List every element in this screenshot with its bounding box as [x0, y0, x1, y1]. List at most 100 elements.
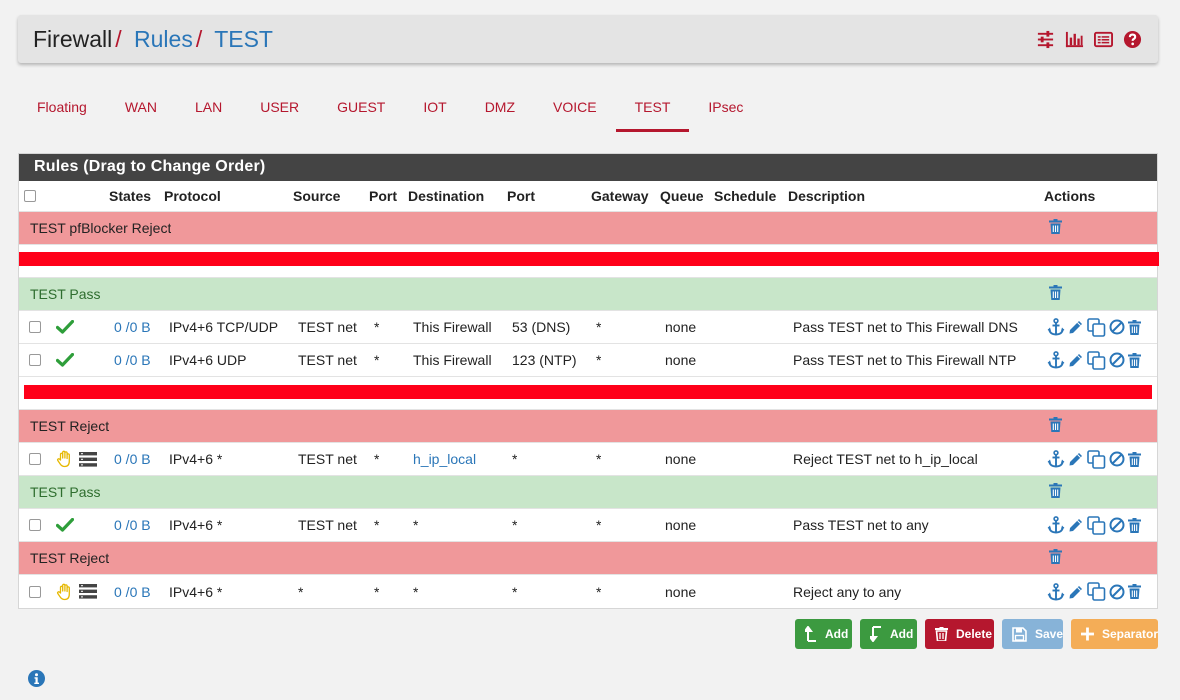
table-row[interactable]: 0 /0 B IPv4+6 TCP/UDP TEST net * This Firewa…	[19, 311, 1157, 344]
edit-icon[interactable]	[1068, 352, 1084, 368]
select-all-checkbox[interactable]	[24, 190, 36, 202]
col-destination[interactable]: Destination	[408, 181, 484, 211]
row-checkbox[interactable]	[29, 321, 41, 333]
rule-queue: none	[665, 451, 697, 467]
copy-icon[interactable]	[1087, 350, 1106, 370]
info-icon[interactable]	[28, 670, 45, 690]
trash-icon[interactable]	[1128, 517, 1141, 533]
rule-states[interactable]: 0 /0 B	[114, 509, 151, 541]
anchor-icon[interactable]	[1047, 582, 1065, 601]
add-rule-bottom-button[interactable]: Add	[860, 619, 917, 649]
table-row[interactable]: 0 /0 B IPv4+6 * * * * * * none Reject any to any	[19, 575, 1157, 608]
bar-chart-icon[interactable]	[1065, 30, 1084, 49]
col-queue[interactable]: Queue	[660, 181, 704, 211]
help-icon[interactable]	[1123, 30, 1142, 49]
add-separator-button[interactable]: Separator	[1071, 619, 1158, 649]
copy-icon[interactable]	[1087, 515, 1106, 535]
edit-icon[interactable]	[1068, 319, 1084, 335]
row-checkbox[interactable]	[29, 453, 41, 465]
sliders-icon[interactable]	[1036, 30, 1055, 49]
redacted-rule-row[interactable]	[19, 245, 1159, 278]
disable-icon[interactable]	[1109, 584, 1125, 600]
rule-destination: *	[413, 583, 419, 600]
edit-icon[interactable]	[1068, 584, 1084, 600]
save-button[interactable]: Save	[1002, 619, 1063, 649]
tab-user[interactable]: USER	[241, 86, 318, 132]
disable-icon[interactable]	[1109, 517, 1125, 533]
edit-icon[interactable]	[1068, 517, 1084, 533]
tab-iot[interactable]: IOT	[404, 86, 465, 132]
tab-lan[interactable]: LAN	[176, 86, 241, 132]
separator-row[interactable]: TEST Reject	[19, 410, 1157, 443]
table-row[interactable]: 0 /0 B IPv4+6 UDP TEST net * This Firewall 12…	[19, 344, 1157, 377]
trash-icon[interactable]	[1128, 584, 1141, 599]
rules-panel: Rules (Drag to Change Order) States Prot…	[18, 153, 1159, 609]
pass-check-icon[interactable]	[56, 509, 74, 541]
anchor-icon[interactable]	[1047, 318, 1065, 336]
row-checkbox[interactable]	[29, 585, 41, 598]
col-protocol[interactable]: Protocol	[164, 181, 221, 211]
copy-icon[interactable]	[1087, 449, 1106, 469]
trash-icon[interactable]	[1128, 319, 1141, 335]
disable-icon[interactable]	[1109, 451, 1125, 467]
pass-check-icon[interactable]	[56, 344, 74, 376]
copy-icon[interactable]	[1087, 582, 1106, 601]
col-gateway[interactable]: Gateway	[591, 181, 649, 211]
separator-row[interactable]: TEST Pass	[19, 476, 1157, 509]
rule-states[interactable]: 0 /0 B	[114, 311, 151, 343]
reject-hand-icon[interactable]	[56, 443, 74, 475]
trash-icon[interactable]	[1128, 352, 1141, 368]
table-row[interactable]: 0 /0 B IPv4+6 * TEST net * h_ip_local * * none R…	[19, 443, 1157, 476]
rule-source-port: *	[374, 583, 380, 600]
rule-destination[interactable]: h_ip_local	[413, 443, 476, 475]
tab-voice[interactable]: VOICE	[534, 86, 616, 132]
table-row[interactable]: 0 /0 B IPv4+6 * TEST net * * * * none Pass TEST …	[19, 509, 1157, 542]
rule-states[interactable]: 0 /0 B	[114, 443, 151, 475]
trash-icon[interactable]	[1049, 285, 1062, 303]
separator-row[interactable]: TEST Pass	[19, 278, 1157, 311]
tab-ipsec[interactable]: IPsec	[689, 86, 762, 132]
trash-icon[interactable]	[1128, 451, 1141, 467]
trash-icon[interactable]	[1049, 549, 1062, 567]
tab-floating[interactable]: Floating	[18, 86, 106, 132]
anchor-icon[interactable]	[1047, 516, 1065, 534]
tab-wan[interactable]: WAN	[106, 86, 176, 132]
rule-states[interactable]: 0 /0 B	[114, 575, 151, 608]
list-icon[interactable]	[1094, 30, 1113, 49]
separator-row[interactable]: TEST pfBlocker Reject	[19, 212, 1157, 245]
col-states[interactable]: States	[109, 181, 151, 211]
rule-source-port: *	[374, 319, 380, 335]
disable-icon[interactable]	[1109, 319, 1125, 335]
trash-icon[interactable]	[1049, 417, 1062, 435]
rule-description: Pass TEST net to This Firewall NTP	[793, 352, 1017, 368]
anchor-icon[interactable]	[1047, 450, 1065, 468]
separator-label: Separator	[1101, 627, 1158, 641]
redacted-rule-row[interactable]	[19, 377, 1157, 410]
row-checkbox[interactable]	[29, 354, 41, 366]
breadcrumb-rules-link[interactable]: Rules	[134, 26, 193, 52]
pass-check-icon[interactable]	[56, 311, 74, 343]
col-schedule[interactable]: Schedule	[714, 181, 776, 211]
col-port[interactable]: Port	[369, 181, 397, 211]
trash-icon[interactable]	[1049, 483, 1062, 501]
separator-row[interactable]: TEST Reject	[19, 542, 1157, 575]
copy-icon[interactable]	[1087, 317, 1106, 337]
anchor-icon[interactable]	[1047, 351, 1065, 369]
tab-test[interactable]: TEST	[615, 86, 690, 132]
tab-guest[interactable]: GUEST	[318, 86, 404, 132]
col-dport[interactable]: Port	[507, 181, 535, 211]
col-source[interactable]: Source	[293, 181, 340, 211]
add-rule-top-button[interactable]: Add	[795, 619, 852, 649]
rule-actions	[1047, 344, 1141, 376]
rule-states[interactable]: 0 /0 B	[114, 344, 151, 376]
breadcrumb-current[interactable]: TEST	[214, 26, 273, 52]
col-description[interactable]: Description	[788, 181, 865, 211]
rule-destination-port: *	[512, 451, 518, 467]
delete-button[interactable]: Delete	[925, 619, 994, 649]
reject-hand-icon[interactable]	[56, 575, 74, 608]
row-checkbox[interactable]	[29, 519, 41, 531]
trash-icon[interactable]	[1049, 219, 1062, 237]
disable-icon[interactable]	[1109, 352, 1125, 368]
tab-dmz[interactable]: DMZ	[466, 86, 534, 132]
edit-icon[interactable]	[1068, 451, 1084, 467]
